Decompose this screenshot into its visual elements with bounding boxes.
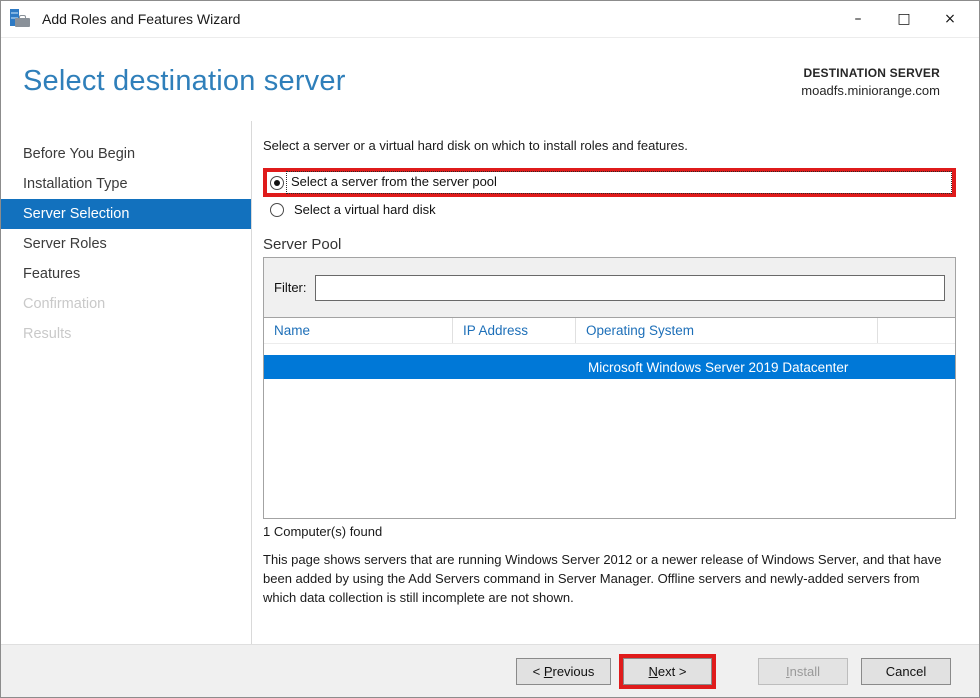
wizard-window: Add Roles and Features Wizard – □ × Sele… bbox=[0, 0, 980, 698]
annotation-redbox-next-button: Next > bbox=[619, 654, 716, 689]
maximize-button[interactable]: □ bbox=[881, 1, 927, 37]
redacted-name-ip-blur bbox=[265, 356, 555, 378]
cancel-button[interactable]: Cancel bbox=[861, 658, 951, 685]
wizard-body: Before You Begin Installation Type Serve… bbox=[1, 121, 979, 646]
radio-server-pool-label: Select a server from the server pool bbox=[291, 174, 497, 189]
close-button[interactable]: × bbox=[927, 1, 973, 37]
sidebar-item-features[interactable]: Features bbox=[1, 259, 251, 289]
server-pool-table[interactable]: Name IP Address Operating System Microso… bbox=[263, 317, 956, 519]
filter-input[interactable] bbox=[315, 275, 946, 301]
sidebar-item-server-roles[interactable]: Server Roles bbox=[1, 229, 251, 259]
wizard-steps-sidebar: Before You Begin Installation Type Serve… bbox=[1, 121, 252, 646]
annotation-redbox-server-pool-radio: Select a server from the server pool bbox=[263, 168, 956, 197]
radio-selected-icon[interactable] bbox=[270, 176, 284, 190]
title-bar: Add Roles and Features Wizard – □ × bbox=[1, 1, 979, 38]
row-operating-system: Microsoft Windows Server 2019 Datacenter bbox=[576, 360, 955, 375]
destination-server-name: moadfs.miniorange.com bbox=[801, 83, 940, 98]
window-title: Add Roles and Features Wizard bbox=[42, 11, 240, 27]
sidebar-item-server-selection[interactable]: Server Selection bbox=[1, 199, 251, 229]
column-header-spacer bbox=[878, 318, 955, 343]
radio-unselected-icon[interactable] bbox=[270, 203, 284, 217]
page-title: Select destination server bbox=[23, 65, 346, 98]
sidebar-item-results: Results bbox=[1, 319, 251, 349]
server-manager-icon bbox=[10, 9, 32, 29]
radio-option-server-pool[interactable]: Select a server from the server pool bbox=[267, 172, 952, 193]
focus-rectangle: Select a server from the server pool bbox=[286, 171, 952, 194]
computers-found-text: 1 Computer(s) found bbox=[263, 524, 956, 539]
radio-option-vhd[interactable]: Select a virtual hard disk bbox=[263, 201, 956, 218]
filter-label: Filter: bbox=[274, 280, 307, 295]
next-button[interactable]: Next > bbox=[623, 658, 712, 685]
sidebar-item-before-you-begin[interactable]: Before You Begin bbox=[1, 139, 251, 169]
destination-block: DESTINATION SERVER moadfs.miniorange.com bbox=[801, 66, 940, 98]
window-controls: – □ × bbox=[835, 1, 979, 37]
wizard-content: Select a server or a virtual hard disk o… bbox=[252, 121, 979, 646]
sidebar-item-installation-type[interactable]: Installation Type bbox=[1, 169, 251, 199]
column-header-name[interactable]: Name bbox=[264, 318, 453, 343]
wizard-footer: < Previous Next > Install Cancel bbox=[1, 644, 979, 697]
page-note-text: This page shows servers that are running… bbox=[263, 550, 956, 607]
intro-text: Select a server or a virtual hard disk o… bbox=[263, 138, 956, 153]
server-pool-title: Server Pool bbox=[263, 236, 956, 253]
table-row-selected-server[interactable]: Microsoft Windows Server 2019 Datacenter bbox=[264, 355, 955, 379]
filter-panel: Filter: bbox=[263, 257, 956, 318]
table-header-row: Name IP Address Operating System bbox=[264, 318, 955, 344]
radio-vhd-label: Select a virtual hard disk bbox=[294, 202, 436, 217]
previous-button[interactable]: < Previous bbox=[516, 658, 611, 685]
sidebar-item-confirmation: Confirmation bbox=[1, 289, 251, 319]
minimize-button[interactable]: – bbox=[835, 1, 881, 37]
column-header-operating-system[interactable]: Operating System bbox=[576, 318, 878, 343]
column-header-ip-address[interactable]: IP Address bbox=[453, 318, 576, 343]
wizard-header: Select destination server DESTINATION SE… bbox=[1, 39, 979, 121]
destination-label: DESTINATION SERVER bbox=[801, 66, 940, 80]
install-button: Install bbox=[758, 658, 848, 685]
